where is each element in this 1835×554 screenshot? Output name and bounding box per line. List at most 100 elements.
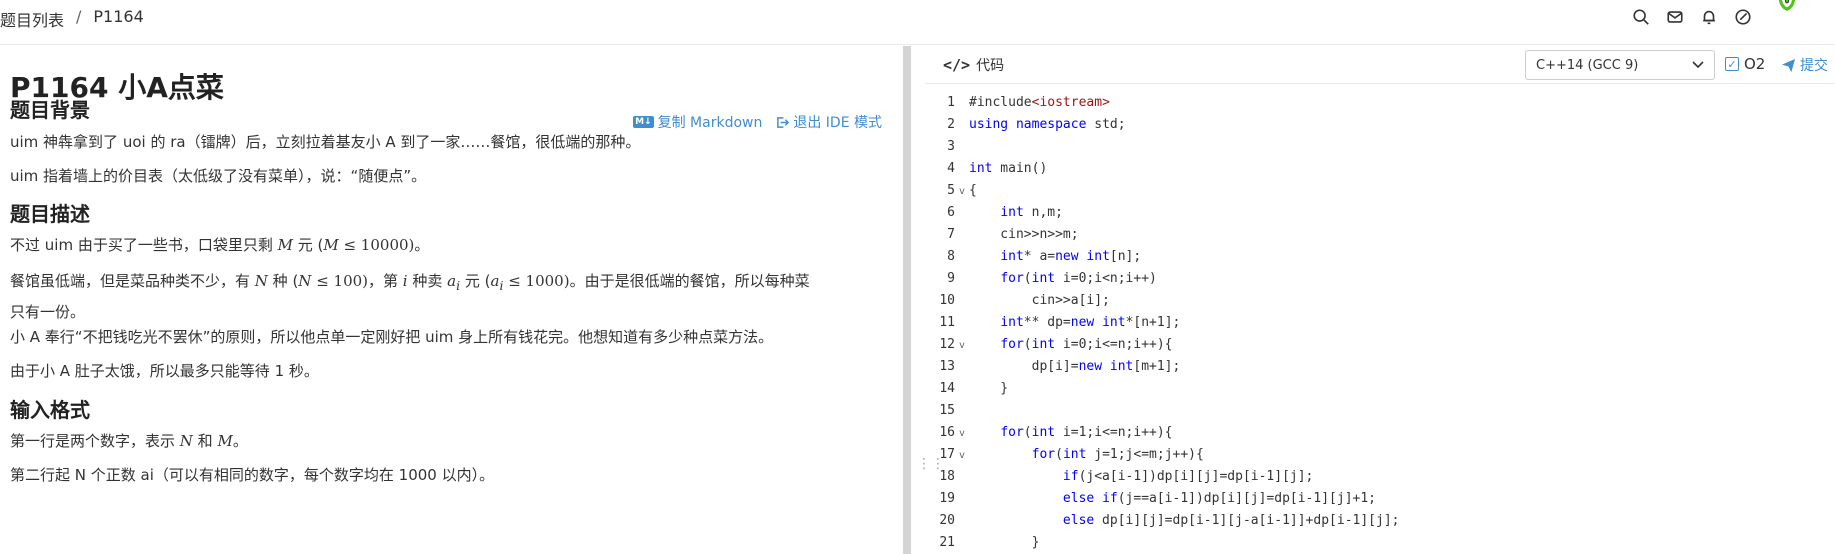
description-paragraph-3: 小 A 奉行“不把钱吃光不罢休”的原则，所以他点单一定刚好把 uim 身上所有钱… (10, 328, 774, 346)
description-paragraph-4: 由于小 A 肚子太饿，所以最多只能等待 1 秒。 (10, 362, 319, 380)
code-text: #include<iostream> (969, 95, 1110, 110)
editor-pane: </> 代码 C++14 (GCC 9) ✓ O2 提交 1 #include<i… (925, 46, 1835, 554)
code-line[interactable]: 11 int** dp=new int*[n+1]; (925, 312, 1835, 334)
language-select[interactable]: C++14 (GCC 9) (1525, 50, 1715, 80)
line-number: 1 (947, 95, 955, 110)
code-editor[interactable]: 1 #include<iostream> 2 using namespace std;… (925, 86, 1835, 554)
line-number: 16 (939, 425, 955, 440)
line-number: 10 (939, 293, 955, 308)
editor-header: </> 代码 C++14 (GCC 9) ✓ O2 提交 (925, 46, 1835, 84)
code-text: } (969, 381, 1009, 396)
line-number: 12 (939, 337, 955, 352)
problem-pane: P1164 小A点菜 M↓ 复制 Markdown 退出 IDE 模式 题目背景… (0, 46, 900, 554)
code-line[interactable]: 19 else if(j==a[i-1])dp[i][j]=dp[i-1][j]… (925, 488, 1835, 510)
bell-icon[interactable] (1699, 7, 1719, 27)
code-line[interactable]: 12 v for(int i=0;i<=n;i++){ (925, 334, 1835, 356)
code-text: if(j<a[i-1])dp[i][j]=dp[i-1][j]; (1062, 469, 1314, 484)
line-number: 14 (939, 381, 955, 396)
code-text: { (969, 183, 977, 198)
code-line[interactable]: 20 else dp[i][j]=dp[i-1][j-a[i-1]]+dp[i-… (925, 510, 1835, 532)
line-number: 7 (947, 227, 955, 242)
line-number: 11 (939, 315, 955, 330)
markdown-icon: M↓ (633, 116, 654, 128)
code-text: for(int i=0;i<=n;i++){ (1000, 337, 1173, 352)
mail-icon[interactable] (1665, 7, 1685, 27)
line-number: 17 (939, 447, 955, 462)
code-line[interactable]: 16 v for(int i=1;i<=n;i++){ (925, 422, 1835, 444)
breadcrumb-current[interactable]: P1164 (93, 7, 143, 31)
o2-checkbox[interactable]: ✓ (1725, 57, 1739, 71)
section-input-heading: 输入格式 (10, 398, 90, 422)
fold-toggle-icon[interactable]: v (959, 445, 965, 467)
line-number: 5 (947, 183, 955, 198)
submit-button[interactable]: 提交 (1781, 55, 1828, 75)
code-line[interactable]: 18 if(j<a[i-1])dp[i][j]=dp[i-1][j]; (925, 466, 1835, 488)
input-paragraph-1: 第一行是两个数字，表示 N 和 M。 (10, 432, 248, 450)
code-text: using namespace std; (969, 117, 1126, 132)
line-number: 6 (947, 205, 955, 220)
description-paragraph-2: 餐馆虽低端，但是菜品种类不少，有 N 种 (N ≤ 100)，第 i 种卖 ai… (10, 272, 810, 321)
line-number: 15 (939, 403, 955, 418)
top-icons (1631, 0, 1807, 30)
code-text: int main() (969, 161, 1048, 176)
code-line[interactable]: 8 int* a=new int[n]; (925, 246, 1835, 268)
o2-label: O2 (1744, 55, 1766, 73)
breadcrumb-problem-list[interactable]: 题目列表 (0, 7, 64, 31)
code-line[interactable]: 10 cin>>a[i]; (925, 290, 1835, 312)
o2-option[interactable]: ✓ O2 (1725, 55, 1765, 73)
code-line[interactable]: 17 v for(int j=1;j<=m;j++){ (925, 444, 1835, 466)
fold-toggle-icon[interactable]: v (959, 335, 965, 357)
code-line[interactable]: 13 dp[i]=new int[m+1]; (925, 356, 1835, 378)
feedback-icon[interactable] (1733, 7, 1753, 27)
code-text: cin>>a[i]; (969, 293, 1110, 308)
code-text: int** dp=new int*[n+1]; (1000, 315, 1181, 330)
code-text: for(int i=1;i<=n;i++){ (1000, 425, 1173, 440)
code-text: } (969, 535, 1040, 550)
line-number: 19 (939, 491, 955, 506)
submit-label: 提交 (1800, 58, 1828, 74)
code-text: int n,m; (1000, 205, 1063, 220)
breadcrumb-separator: / (76, 7, 82, 26)
search-icon[interactable] (1631, 7, 1651, 27)
code-line[interactable]: 14 } (925, 378, 1835, 400)
chevron-down-icon (1692, 61, 1704, 69)
code-line[interactable]: 1 #include<iostream> (925, 92, 1835, 114)
code-line[interactable]: 21 } (925, 532, 1835, 554)
code-line[interactable]: 15 (925, 400, 1835, 422)
code-text: int* a=new int[n]; (1000, 249, 1142, 264)
exit-icon (777, 116, 790, 128)
fold-toggle-icon[interactable]: v (959, 181, 965, 203)
fold-toggle-icon[interactable]: v (959, 423, 965, 445)
send-icon (1781, 58, 1796, 72)
line-number: 13 (939, 359, 955, 374)
section-background-heading: 题目背景 (10, 98, 90, 122)
section-description-heading: 题目描述 (10, 202, 90, 226)
code-text: cin>>n>>m; (969, 227, 1079, 242)
input-paragraph-2: 第二行起 N 个正数 ai（可以有相同的数字，每个数字均在 1000 以内）。 (10, 466, 495, 484)
code-line[interactable]: 3 (925, 136, 1835, 158)
code-line[interactable]: 9 for(int i=0;i<n;i++) (925, 268, 1835, 290)
code-line[interactable]: 7 cin>>n>>m; (925, 224, 1835, 246)
code-line[interactable]: 4 int main() (925, 158, 1835, 180)
line-number: 20 (939, 513, 955, 528)
code-text: else dp[i][j]=dp[i-1][j-a[i-1]]+dp[i-1][… (1062, 513, 1400, 528)
line-number: 21 (939, 535, 955, 550)
code-text: else if(j==a[i-1])dp[i][j]=dp[i-1][j]+1; (1062, 491, 1376, 506)
code-line[interactable]: 2 using namespace std; (925, 114, 1835, 136)
tab-code-label: 代码 (976, 58, 1005, 74)
code-text: for(int j=1;j<=m;j++){ (1031, 447, 1204, 462)
code-line[interactable]: 6 int n,m; (925, 202, 1835, 224)
line-number: 18 (939, 469, 955, 484)
line-number: 2 (947, 117, 955, 132)
background-paragraph-1: uim 神犇拿到了 uoi 的 ra（镭牌）后，立刻拉着基友小 A 到了一家……… (10, 133, 641, 151)
pane-splitter[interactable] (903, 46, 911, 554)
tab-code[interactable]: </> 代码 (943, 55, 1004, 75)
avatar[interactable] (1767, 0, 1807, 30)
code-text: dp[i]=new int[m+1]; (969, 359, 1181, 374)
line-number: 4 (947, 161, 955, 176)
breadcrumb: 题目列表 / P1164 (0, 7, 144, 31)
code-line[interactable]: 5 v { (925, 180, 1835, 202)
description-paragraph-1: 不过 uim 由于买了一些书，口袋里只剩 M 元 (M ≤ 10000)。 (10, 236, 430, 254)
code-text: for(int i=0;i<n;i++) (1000, 271, 1157, 286)
line-number: 9 (947, 271, 955, 286)
